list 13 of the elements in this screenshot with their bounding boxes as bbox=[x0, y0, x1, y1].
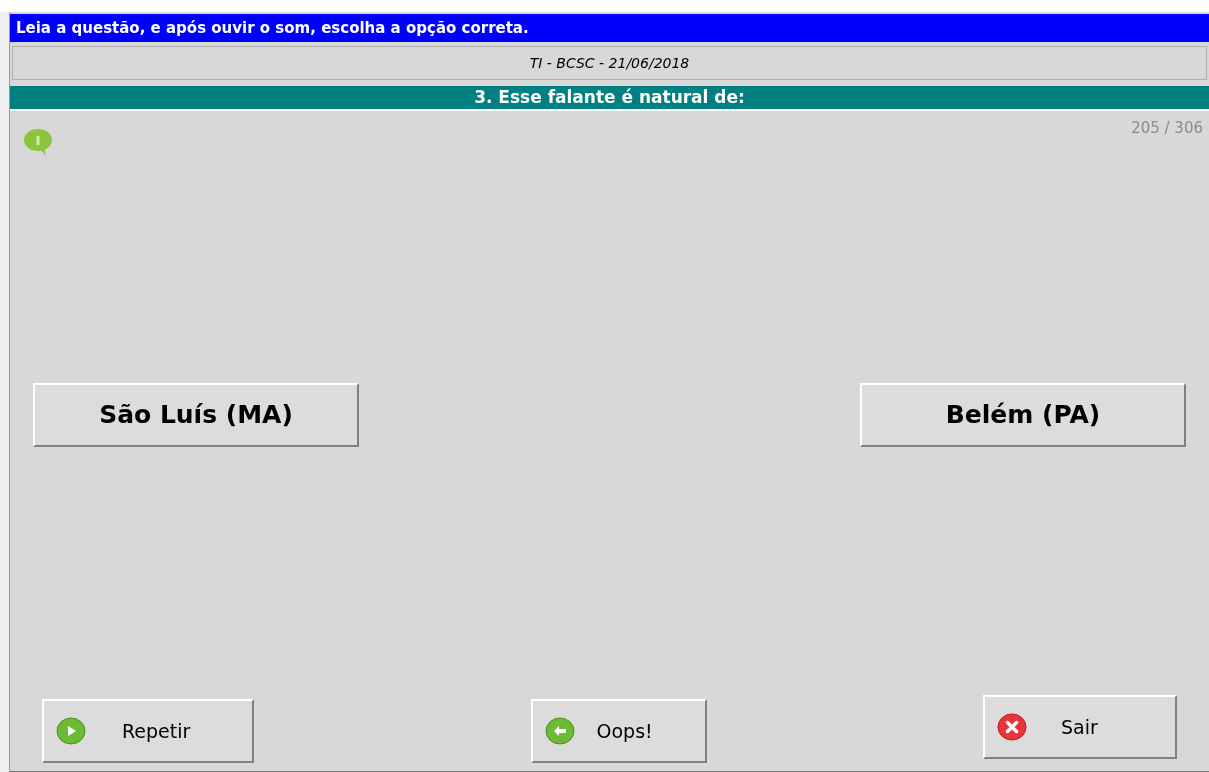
repeat-button[interactable]: Repetir bbox=[42, 699, 254, 763]
play-icon bbox=[56, 716, 86, 746]
speech-bubble-icon bbox=[22, 127, 54, 157]
close-icon bbox=[997, 712, 1027, 742]
question-bar: 3. Esse falante é natural de: bbox=[10, 86, 1209, 111]
progress-counter: 205 / 306 bbox=[1131, 118, 1203, 139]
test-title-bar: TI - BCSC - 21/06/2018 bbox=[12, 46, 1207, 80]
exit-button[interactable]: Sair bbox=[983, 695, 1177, 759]
back-button[interactable]: Oops! bbox=[530, 699, 707, 763]
arrow-left-icon bbox=[544, 716, 575, 746]
instruction-bar: Leia a questão, e após ouvir o som, escolha a opção correta. bbox=[10, 14, 1209, 42]
answer-option-button[interactable]: Belém (PA) bbox=[860, 383, 1186, 447]
answer-option-button[interactable]: São Luís (MA) bbox=[33, 383, 359, 447]
